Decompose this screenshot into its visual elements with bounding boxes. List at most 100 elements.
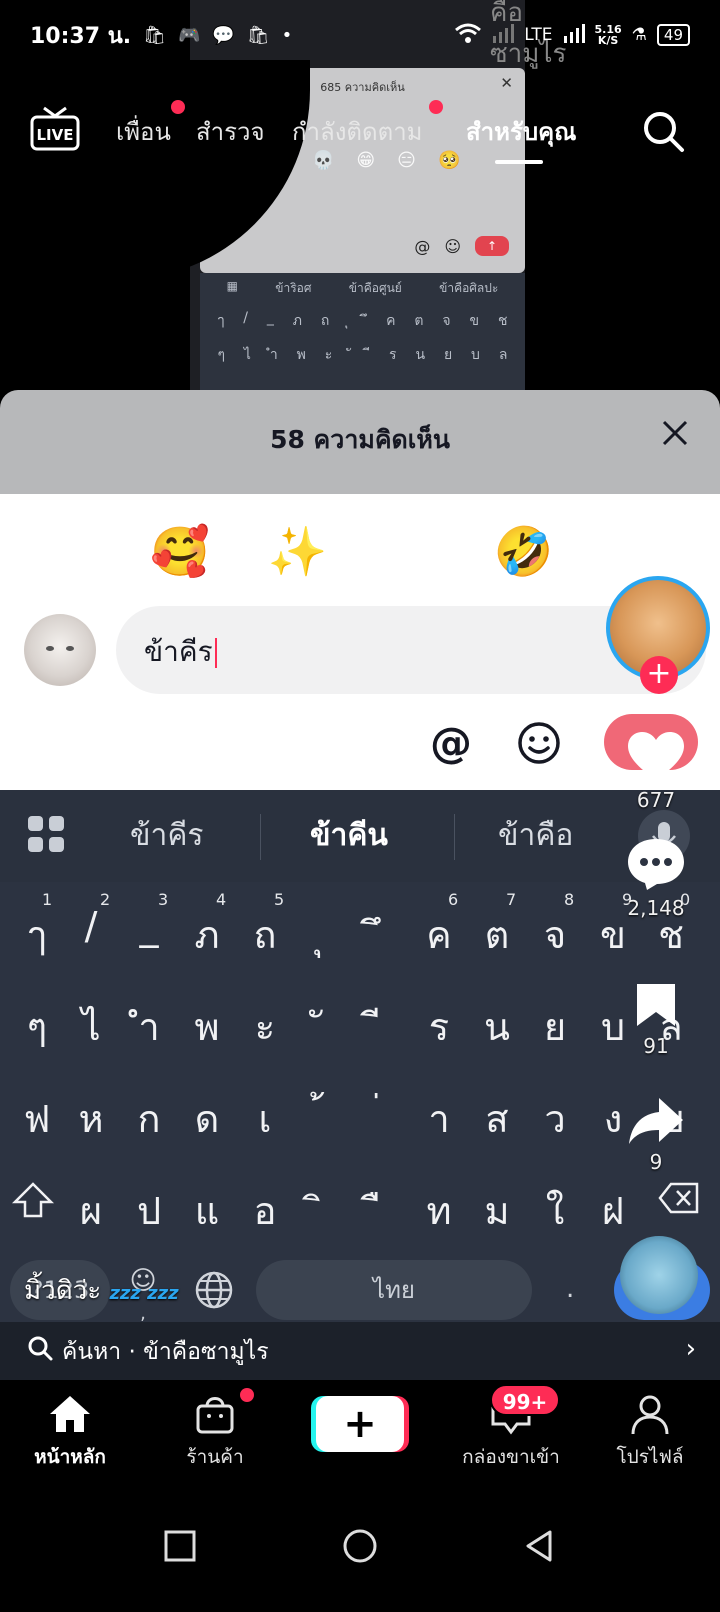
back-icon[interactable] (520, 1526, 560, 1566)
emoji-picker-icon[interactable] (516, 720, 562, 766)
mention-at-icon[interactable]: @ (430, 718, 472, 767)
keyboard-key[interactable]: ต (468, 904, 526, 965)
search-suggestion-bar[interactable]: ค้นหา · ข้าคือซามูไร › (0, 1322, 720, 1380)
keyboard-key[interactable]: น (468, 996, 526, 1057)
live-label: LIVE (37, 126, 74, 144)
emoji-pensive[interactable]: 😔 (42, 524, 92, 580)
keyboard-key[interactable]: ร (410, 996, 468, 1057)
search-suggestion-text: ค้นหา · ข้าคือซามูไร (62, 1339, 269, 1365)
keyboard-key[interactable]: ป (120, 1180, 178, 1241)
keyboard-key[interactable]: ึ (352, 904, 410, 965)
status-bar: 10:37 น. 🛍 🎮 💬 🛍 • LTE 5.16 K/S ⚗ 49 (0, 0, 720, 70)
suggestion-item[interactable]: ข้าคีร (130, 812, 204, 859)
keyboard-key[interactable]: อ (236, 1180, 294, 1241)
speed-unit: K/S (597, 34, 619, 47)
keyboard-key[interactable]: ส (468, 1088, 526, 1149)
backspace-key[interactable] (650, 1180, 708, 1225)
recents-icon[interactable] (160, 1526, 200, 1566)
status-time: 10:37 น. (30, 23, 132, 49)
keyboard-key[interactable]: แ (178, 1180, 236, 1241)
suggestion-item[interactable]: ข้าคีน (310, 812, 388, 859)
keyboard-key[interactable]: ค (410, 904, 468, 965)
tab-following[interactable]: กำลังติดตาม (292, 112, 423, 151)
search-icon[interactable] (640, 108, 688, 156)
keyboard-key[interactable]: ี (352, 996, 410, 1057)
home-circle-icon[interactable] (340, 1526, 380, 1566)
key-number-hint: 1 (42, 890, 53, 909)
keyboard-key[interactable]: พ (178, 996, 236, 1057)
emoji-smiling-hearts[interactable]: 🥰 (150, 524, 210, 580)
zzz-sticker: zzz zzz (109, 1283, 179, 1304)
keyboard-key[interactable]: จ (526, 904, 584, 965)
space-key[interactable]: ไทย (256, 1260, 532, 1320)
keyboard-key[interactable]: ก (120, 1088, 178, 1149)
keyboard-key[interactable]: ย (526, 996, 584, 1057)
keyboard-key[interactable]: ใ (526, 1180, 584, 1241)
music-disc-icon[interactable] (620, 1236, 698, 1314)
close-icon[interactable] (660, 418, 690, 448)
emoji-grin[interactable]: 😁 (386, 524, 436, 580)
keyboard-key[interactable]: ภ (178, 904, 236, 965)
nav-shop[interactable]: ร้านค้า (145, 1392, 285, 1472)
tab-explore[interactable]: สำรวจ (196, 112, 265, 151)
keyboard-key[interactable]: ั (294, 996, 352, 1057)
keyboard-key[interactable]: ๆ (8, 996, 66, 1057)
emoji-wink[interactable]: 😉 (611, 524, 661, 580)
follow-plus-icon[interactable]: + (640, 656, 678, 694)
keyboard-key[interactable]: / (62, 904, 120, 948)
keyboard-key[interactable]: ม (468, 1180, 526, 1241)
tab-friends[interactable]: เพื่อน (116, 112, 171, 151)
share-count: 9 (649, 1150, 663, 1174)
bookmark-icon (637, 984, 675, 1026)
keyboard-key[interactable]: ฟ (8, 1088, 66, 1149)
nav-home[interactable]: หน้าหลัก (0, 1392, 140, 1472)
keyboard-key[interactable]: ๅ (8, 904, 66, 965)
live-icon[interactable]: LIVE (30, 106, 80, 152)
keyboard-key[interactable]: ว (526, 1088, 584, 1149)
comment-sheet-header: 58 ความคิดเห็น (0, 390, 720, 494)
globe-icon[interactable] (194, 1270, 234, 1314)
key-number-hint: 6 (448, 890, 459, 909)
keyboard-key[interactable]: ห (62, 1088, 120, 1149)
keyboard-key[interactable]: ้ (294, 1088, 352, 1149)
emoji-rofl[interactable]: 🤣 (494, 524, 554, 580)
comment-button[interactable]: 2,148 (606, 836, 706, 920)
bg-grid-icon: ▦ (226, 279, 238, 293)
period-key[interactable]: . (566, 1274, 574, 1304)
nav-home-label: หน้าหลัก (34, 1446, 106, 1468)
grid-menu-icon[interactable] (26, 814, 66, 854)
keyboard-key[interactable]: ผ (62, 1180, 120, 1241)
create-button[interactable]: + (316, 1396, 404, 1452)
keyboard-key[interactable]: ะ (236, 996, 294, 1057)
keyboard-key[interactable]: ฝ (584, 1180, 642, 1241)
shopee-icon: 🛍 (246, 24, 270, 46)
emoji-sparkles[interactable]: ✨ (268, 524, 328, 580)
keyboard-key[interactable]: ุ (294, 904, 352, 965)
keyboard-key[interactable]: า (410, 1088, 468, 1149)
save-button[interactable]: 91 (606, 980, 706, 1058)
keyboard-key[interactable]: ่ (352, 1088, 410, 1149)
share-button[interactable]: 9 (606, 1096, 706, 1174)
like-button[interactable]: 677 (606, 730, 706, 812)
network-speed: 5.16 K/S (595, 24, 622, 46)
game-icon: 🎮 (177, 24, 201, 46)
keyboard-key[interactable]: ท (410, 1180, 468, 1241)
keyboard-key[interactable]: _ (120, 904, 178, 948)
share-arrow-icon (629, 1098, 683, 1144)
keyboard-key[interactable]: ื (352, 1180, 410, 1241)
keyboard-key[interactable]: ไ (62, 996, 120, 1057)
bg-keyboard: ▦ ข้าริอศ ข้าคือศูนย์ ข้าคือศิลปะ ๅ/_ภถุ… (200, 273, 525, 398)
top-nav: LIVE เพื่อน สำรวจ กำลังติดตาม สำหรับคุณ (0, 100, 720, 160)
suggestion-item[interactable]: ข้าคือ (498, 812, 573, 859)
nav-profile[interactable]: โปรไฟล์ (580, 1392, 720, 1472)
tab-for-you[interactable]: สำหรับคุณ (466, 112, 576, 151)
keyboard-key[interactable]: ำ (120, 996, 178, 1057)
keyboard-key[interactable]: ิ (294, 1180, 352, 1241)
notification-dot (240, 1388, 254, 1402)
search-icon (26, 1334, 54, 1362)
comment-input-value[interactable]: ข้าคีร (144, 630, 217, 674)
keyboard-key[interactable]: เ (236, 1088, 294, 1149)
keyboard-key[interactable]: ถ (236, 904, 294, 965)
shift-key[interactable] (4, 1180, 62, 1229)
keyboard-key[interactable]: ด (178, 1088, 236, 1149)
